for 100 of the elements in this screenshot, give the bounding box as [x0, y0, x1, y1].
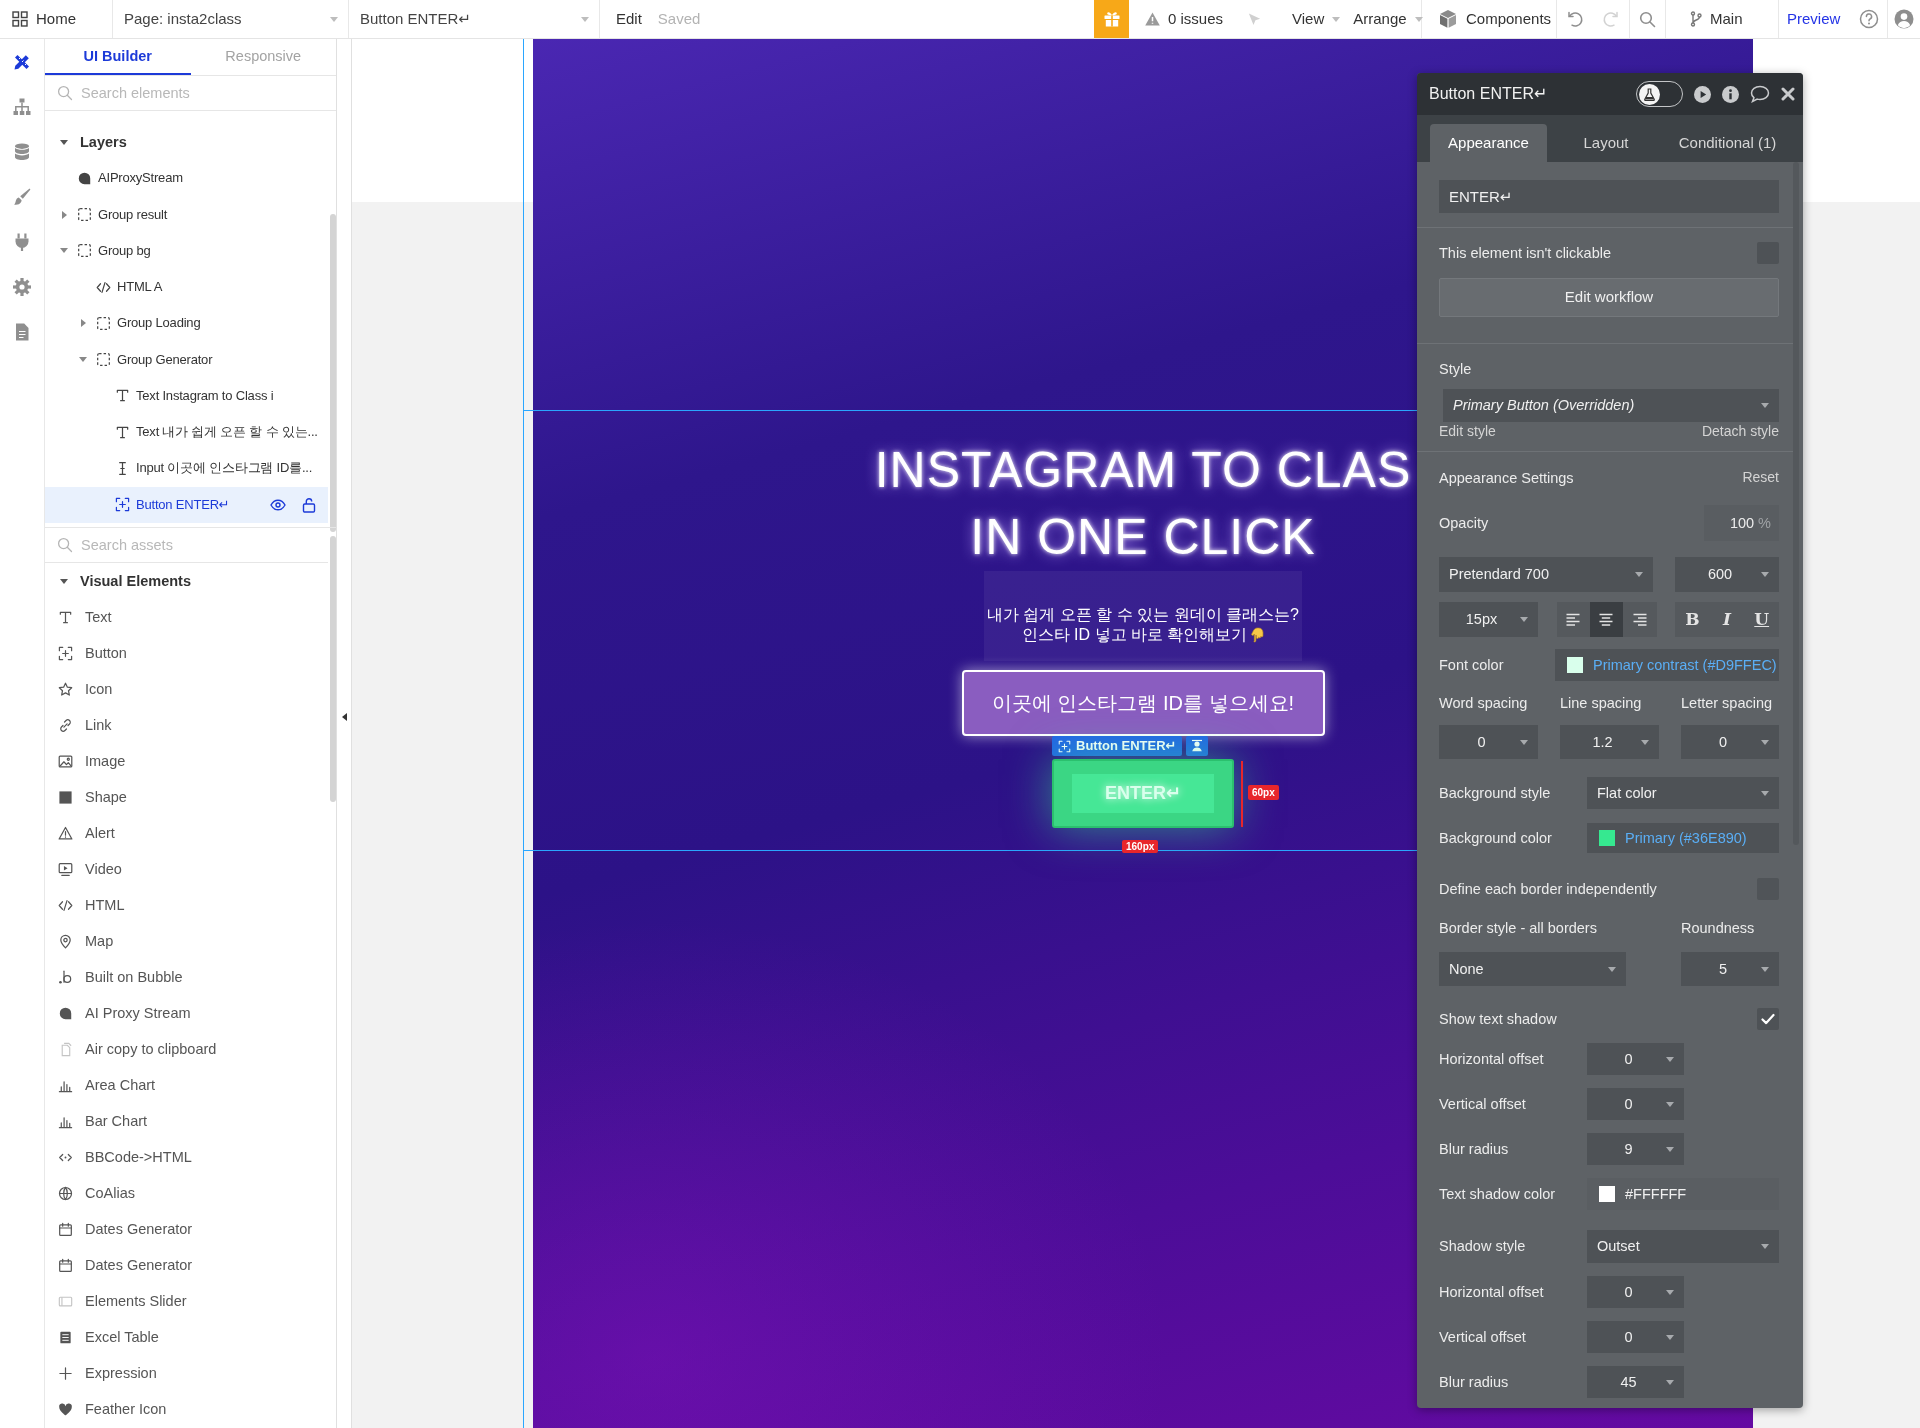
- gear-icon[interactable]: [12, 276, 32, 297]
- brush-icon[interactable]: [12, 186, 32, 207]
- element-item[interactable]: Map: [45, 923, 328, 960]
- panel-tab[interactable]: UI Builder: [45, 39, 191, 75]
- element-item[interactable]: Image: [45, 743, 328, 780]
- panel-tab[interactable]: Conditional (1): [1665, 124, 1790, 162]
- element-item[interactable]: Dates Generator: [45, 1211, 328, 1248]
- edit-workflow-button[interactable]: Edit workflow: [1439, 278, 1779, 317]
- element-dropdown[interactable]: Button ENTER↵: [349, 10, 599, 28]
- layer-item[interactable]: Button ENTER↵: [45, 486, 328, 523]
- element-item[interactable]: HTML: [45, 887, 328, 924]
- layer-item[interactable]: HTML A: [45, 269, 328, 306]
- element-item[interactable]: Shape: [45, 779, 328, 816]
- layer-item[interactable]: Text 내가 쉽게 오픈 할 수 있는...: [45, 414, 328, 451]
- layer-item[interactable]: Group bg: [45, 232, 328, 269]
- align-button[interactable]: [1589, 602, 1624, 637]
- layer-item[interactable]: Group result: [45, 196, 328, 233]
- scrollbar-thumb[interactable]: [330, 536, 336, 802]
- font-dropdown[interactable]: Pretendard 700: [1439, 557, 1653, 592]
- value-dropdown[interactable]: 0: [1587, 1043, 1684, 1075]
- element-item[interactable]: CoAlias: [45, 1175, 328, 1212]
- page-dropdown[interactable]: Page: insta2class: [113, 10, 348, 28]
- panel-tab[interactable]: Layout: [1547, 124, 1665, 162]
- roundness-dropdown[interactable]: 5: [1681, 952, 1779, 986]
- section-header[interactable]: Layers: [45, 124, 328, 161]
- components-button[interactable]: Components: [1438, 9, 1552, 29]
- id-input-field[interactable]: 이곳에 인스타그램 ID를 넣으세요!: [961, 670, 1325, 736]
- person-badge-icon[interactable]: [1186, 736, 1209, 756]
- color-field[interactable]: #FFFFFF: [1587, 1178, 1779, 1210]
- menu-button[interactable]: View: [1292, 10, 1341, 28]
- element-item[interactable]: AI Proxy Stream: [45, 995, 328, 1032]
- edit-style-link[interactable]: Edit style: [1439, 423, 1496, 441]
- element-item[interactable]: Area Chart: [45, 1067, 328, 1104]
- italic-button[interactable]: I: [1709, 602, 1745, 637]
- element-item[interactable]: Alert: [45, 815, 328, 852]
- element-item[interactable]: Video: [45, 851, 328, 888]
- checkbox[interactable]: [1757, 1008, 1779, 1030]
- spacing-dropdown[interactable]: 1.2: [1560, 725, 1659, 759]
- element-item[interactable]: Feather Icon: [45, 1391, 328, 1428]
- database-icon[interactable]: [12, 141, 32, 162]
- reset-link[interactable]: Reset: [1742, 469, 1779, 487]
- play-icon[interactable]: [1694, 85, 1711, 103]
- branch-button[interactable]: Main: [1690, 10, 1743, 28]
- element-item[interactable]: Elements Slider: [45, 1283, 328, 1320]
- collapse-arrow-icon[interactable]: [341, 713, 347, 721]
- element-item[interactable]: Expression: [45, 1355, 328, 1392]
- element-item[interactable]: Excel Table: [45, 1319, 328, 1356]
- element-item[interactable]: Bar Chart: [45, 1103, 328, 1140]
- search-field[interactable]: Search assets: [81, 535, 328, 555]
- value-dropdown[interactable]: 0: [1587, 1321, 1684, 1353]
- element-item[interactable]: Built on Bubble: [45, 959, 328, 996]
- gift-button[interactable]: [1094, 0, 1129, 38]
- preview-button[interactable]: Preview: [1787, 10, 1841, 28]
- layer-item[interactable]: Text Instagram to Class i: [45, 377, 328, 414]
- shadow-style-dropdown[interactable]: Outset: [1587, 1230, 1779, 1263]
- layer-item[interactable]: Input 이곳에 인스타그램 ID를...: [45, 450, 328, 487]
- sitemap-icon[interactable]: [12, 96, 32, 117]
- element-item[interactable]: Text: [45, 599, 328, 636]
- spacing-dropdown[interactable]: 0: [1439, 725, 1538, 759]
- scrollbar-thumb[interactable]: [330, 214, 336, 532]
- opacity-field[interactable]: 100 %: [1704, 505, 1779, 541]
- element-item[interactable]: Button: [45, 635, 328, 672]
- element-item[interactable]: Air copy to clipboard: [45, 1031, 328, 1068]
- element-item[interactable]: BBCode->HTML: [45, 1139, 328, 1176]
- background-style-dropdown[interactable]: Flat color: [1587, 777, 1779, 809]
- value-dropdown[interactable]: 9: [1587, 1133, 1684, 1165]
- info-icon[interactable]: [1722, 85, 1739, 103]
- layer-item[interactable]: Group Loading: [45, 305, 328, 342]
- bold-button[interactable]: B: [1675, 602, 1710, 637]
- menu-button[interactable]: Arrange: [1353, 10, 1423, 28]
- search-icon[interactable]: [1639, 10, 1656, 28]
- comment-icon[interactable]: [1750, 85, 1770, 103]
- help-icon[interactable]: [1859, 9, 1879, 29]
- panel-tab[interactable]: Appearance: [1430, 124, 1547, 162]
- button-text-field[interactable]: ENTER↵: [1439, 180, 1779, 213]
- border-style-dropdown[interactable]: None: [1439, 952, 1626, 986]
- underline-button[interactable]: U: [1744, 602, 1779, 637]
- scrollbar-thumb[interactable]: [1793, 162, 1799, 845]
- size-dropdown[interactable]: 15px: [1439, 602, 1538, 637]
- spacing-dropdown[interactable]: 0: [1681, 725, 1779, 759]
- home-button[interactable]: Home: [8, 10, 76, 28]
- layer-item[interactable]: Group Generator: [45, 341, 328, 378]
- element-item[interactable]: Dates Generator: [45, 1247, 328, 1284]
- user-avatar-icon[interactable]: [1894, 9, 1914, 29]
- lock-icon[interactable]: [302, 496, 316, 513]
- value-dropdown[interactable]: 0: [1587, 1276, 1684, 1308]
- undo-icon[interactable]: [1566, 10, 1584, 28]
- search-field[interactable]: Search elements: [81, 83, 336, 103]
- detach-style-link[interactable]: Detach style: [1701, 423, 1779, 441]
- layer-item[interactable]: AIProxyStream: [45, 160, 328, 197]
- weight-dropdown[interactable]: 600: [1675, 557, 1779, 592]
- close-icon[interactable]: [1781, 87, 1795, 101]
- section-header[interactable]: Visual Elements: [45, 563, 328, 600]
- element-item[interactable]: Link: [45, 707, 328, 744]
- value-dropdown[interactable]: 0: [1587, 1088, 1684, 1120]
- edit-menu[interactable]: Edit: [616, 10, 642, 28]
- value-dropdown[interactable]: 45: [1587, 1366, 1684, 1398]
- element-item[interactable]: Icon: [45, 671, 328, 708]
- style-dropdown[interactable]: Primary Button (Overridden): [1443, 389, 1779, 422]
- issues-button[interactable]: 0 issues: [1145, 10, 1224, 28]
